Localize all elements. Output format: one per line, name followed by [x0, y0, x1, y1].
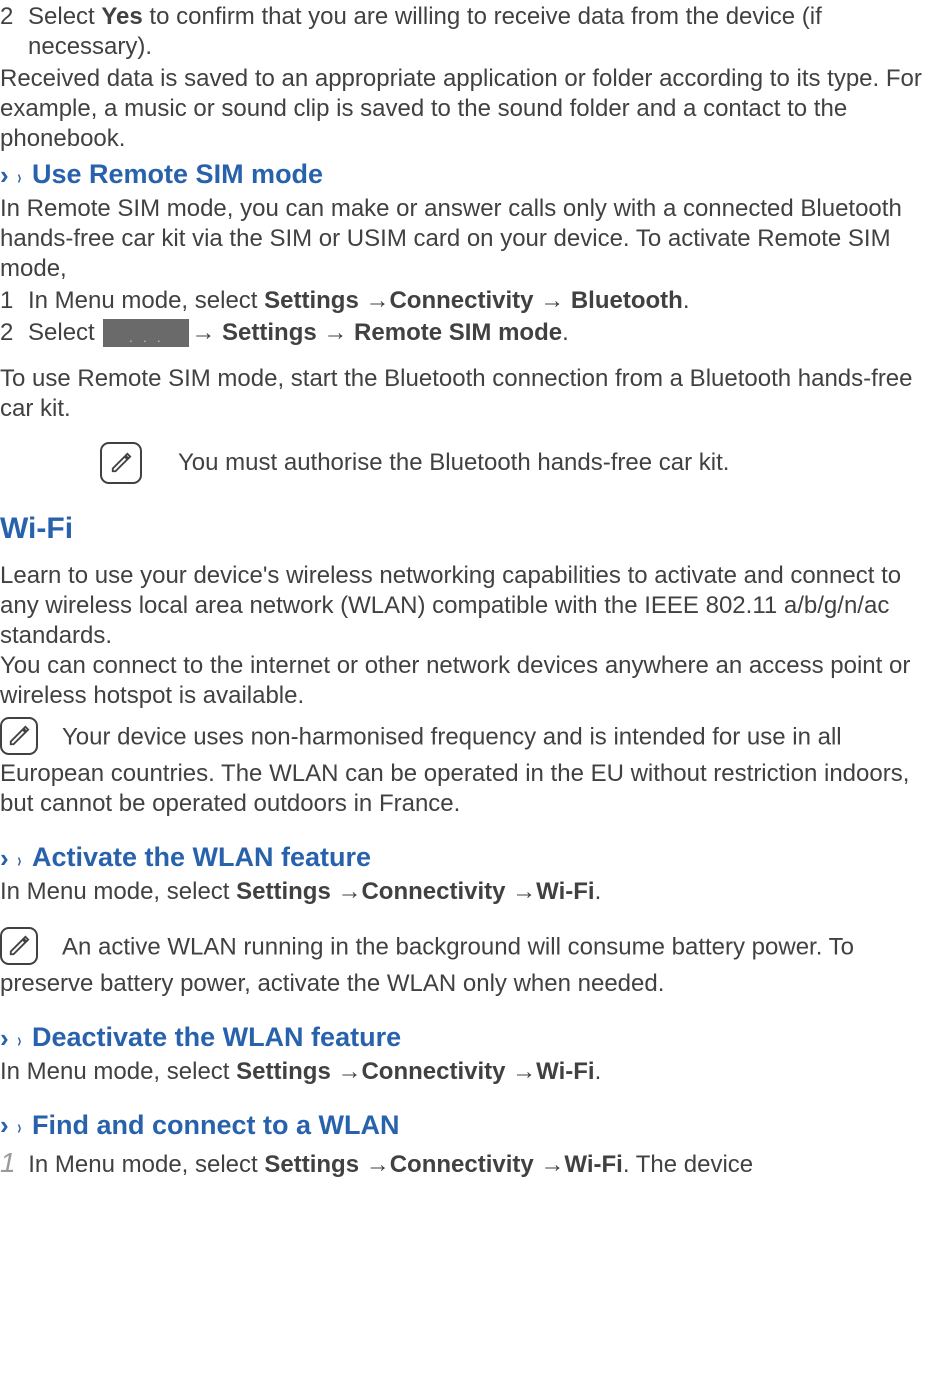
bold-path: Settings →Connectivity →Wi-Fi [236, 878, 594, 905]
find-step-1: 1 In Menu mode, select Settings →Connect… [0, 1145, 925, 1180]
rs-use-paragraph: To use Remote SIM mode, start the Blueto… [0, 364, 925, 424]
pencil-icon [110, 452, 132, 474]
note-text: You must authorise the Bluetooth hands-f… [178, 448, 729, 478]
note-icon [0, 717, 38, 755]
text: . [683, 287, 690, 314]
menu-button-icon [103, 319, 189, 347]
text: In Menu mode, select [22, 1151, 265, 1178]
text: to confirm that you are willing to recei… [28, 3, 822, 60]
step-body: Select → Settings → Remote SIM mode. [28, 318, 925, 348]
chevron-icon: › › [0, 842, 32, 875]
pencil-icon [8, 725, 30, 747]
text: . [562, 319, 569, 346]
heading-text: Use Remote SIM mode [32, 158, 323, 192]
wifi-paragraph-1: Learn to use your device's wireless netw… [0, 561, 925, 651]
chevron-icon: › › [0, 1022, 32, 1055]
bold-path: Settings →Connectivity →Wi-Fi [264, 1151, 622, 1178]
wifi-paragraph-2: You can connect to the internet or other… [0, 651, 925, 711]
heading-text: Activate the WLAN feature [32, 841, 371, 875]
text: . [595, 1058, 602, 1085]
note-text: Your device uses non-harmonised frequenc… [0, 724, 909, 818]
bold-path: Settings →Connectivity →Wi-Fi [236, 1058, 594, 1085]
bold-path: → Settings → Remote SIM mode [191, 319, 562, 346]
heading-find-connect-wlan: › › Find and connect to a WLAN [0, 1109, 925, 1143]
deactivate-paragraph: In Menu mode, select Settings →Connectiv… [0, 1057, 925, 1087]
text: . The device [623, 1151, 753, 1178]
step-2: 2 Select Yes to confirm that you are wil… [0, 2, 925, 62]
note-frequency: Your device uses non-harmonised frequenc… [0, 717, 925, 819]
pencil-icon [8, 935, 30, 957]
text: In Menu mode, select [0, 1058, 236, 1085]
bold-path: Settings →Connectivity → Bluetooth [264, 287, 683, 314]
rs-step-2: 2 Select → Settings → Remote SIM mode. [0, 318, 925, 348]
activate-paragraph: In Menu mode, select Settings →Connectiv… [0, 877, 925, 907]
text: Select [28, 3, 101, 30]
step-number: 2 [0, 2, 28, 62]
bold-yes: Yes [101, 3, 142, 30]
note-battery: An active WLAN running in the background… [0, 927, 925, 999]
rs-step-1: 1 In Menu mode, select Settings →Connect… [0, 286, 925, 316]
heading-deactivate-wlan: › › Deactivate the WLAN feature [0, 1021, 925, 1055]
heading-activate-wlan: › › Activate the WLAN feature [0, 841, 925, 875]
remote-sim-paragraph: In Remote SIM mode, you can make or answ… [0, 194, 925, 284]
text: Select [28, 319, 101, 346]
chevron-icon: › › [0, 1109, 32, 1142]
step-number: 2 [0, 318, 28, 348]
note-icon [0, 927, 38, 965]
chevron-icon: › › [0, 159, 32, 192]
text: . [595, 878, 602, 905]
step-body: In Menu mode, select Settings →Connectiv… [28, 286, 925, 316]
step-number: 1 [0, 286, 28, 316]
step-number-italic: 1 [0, 1147, 16, 1178]
step-body: Select Yes to confirm that you are willi… [28, 2, 925, 62]
note-authorise: You must authorise the Bluetooth hands-f… [100, 442, 925, 484]
heading-text: Deactivate the WLAN feature [32, 1021, 401, 1055]
heading-remote-sim: › › Use Remote SIM mode [0, 158, 925, 192]
heading-wifi: Wi-Fi [0, 510, 925, 548]
note-icon [100, 442, 142, 484]
text: In Menu mode, select [0, 878, 236, 905]
note-text: An active WLAN running in the background… [0, 933, 854, 997]
received-data-paragraph: Received data is saved to an appropriate… [0, 64, 925, 154]
text: In Menu mode, select [28, 287, 264, 314]
heading-text: Find and connect to a WLAN [32, 1109, 399, 1143]
